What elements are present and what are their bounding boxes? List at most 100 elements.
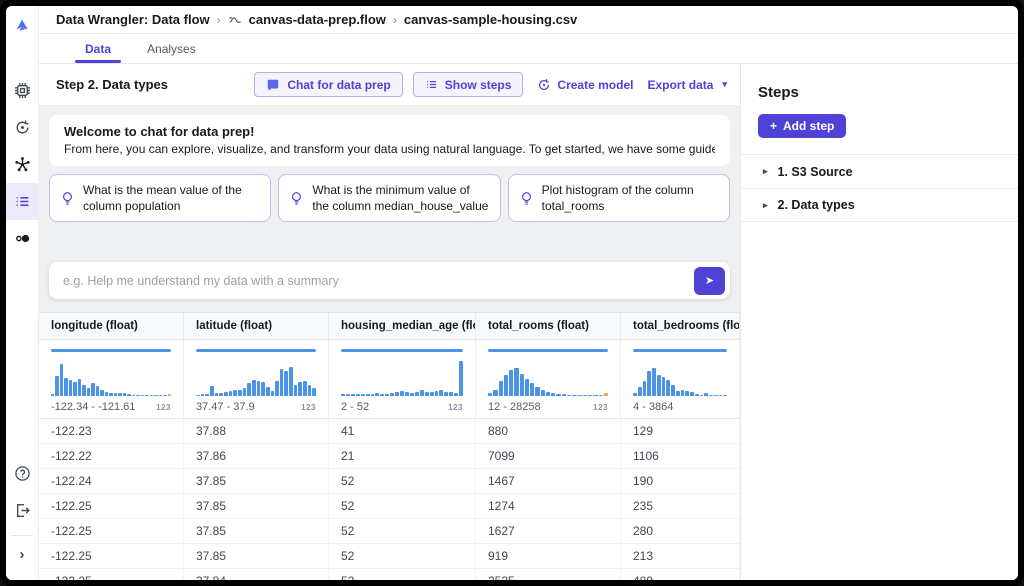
breadcrumb-flow[interactable]: canvas-data-prep.flow (249, 12, 386, 27)
histogram-bar (100, 390, 103, 397)
histogram-bar (196, 395, 200, 397)
histogram-bar (247, 383, 251, 396)
histogram-bar (210, 386, 214, 396)
histogram-bar (405, 392, 409, 396)
histogram-bar (400, 391, 404, 396)
histogram-bar (163, 395, 166, 397)
table-cell: 880 (476, 419, 621, 443)
table-cell: 52 (329, 544, 476, 568)
guided-prompt-plot-histogram[interactable]: Plot histogram of the column total_rooms (508, 174, 730, 222)
lightbulb-icon (290, 191, 303, 206)
histogram-bar (415, 392, 419, 396)
send-button[interactable]: ➤ (694, 267, 725, 295)
show-steps-label: Show steps (445, 78, 512, 92)
automation-chip-icon[interactable] (6, 72, 38, 109)
histogram-bar (530, 383, 534, 396)
histogram-bar (341, 394, 345, 396)
logout-icon[interactable] (6, 492, 38, 529)
table-histogram-row: -122.34 - -121.6112337.47 - 37.91232 - 5… (39, 340, 740, 419)
histogram-bar (719, 395, 723, 397)
breadcrumb-root[interactable]: Data Wrangler: Data flow (56, 12, 210, 27)
steps-panel: Steps + Add step ▸ 1. S3 Source ▸ 2. Dat… (740, 64, 1018, 580)
guided-prompt-mean-population[interactable]: What is the mean value of the column pop… (49, 174, 271, 222)
table-body: -122.2337.8841880129-122.2237.8621709911… (39, 419, 740, 580)
add-step-label: Add step (783, 119, 834, 133)
column-histogram[interactable]: 2 - 52123 (329, 340, 476, 418)
column-header[interactable]: longitude (float) (39, 313, 184, 339)
histogram-bar (695, 394, 699, 397)
histogram-bar (168, 394, 171, 396)
histogram-bar (294, 385, 298, 397)
histogram-bar (55, 376, 58, 396)
column-range: 2 - 52 (341, 401, 369, 413)
histogram-bar (499, 381, 503, 397)
guided-prompts: What is the mean value of the column pop… (49, 174, 730, 222)
column-header[interactable]: total_rooms (float) (476, 313, 621, 339)
histogram-bar (127, 394, 130, 396)
chat-input-container: ➤ (49, 262, 730, 299)
add-step-button[interactable]: + Add step (758, 114, 846, 138)
histogram-bar (714, 395, 718, 397)
histogram-bar (366, 394, 370, 396)
generate-icon[interactable] (6, 220, 38, 257)
steps-panel-title: Steps (741, 84, 1018, 101)
histogram-bar (599, 395, 603, 397)
histogram-bar (493, 390, 497, 397)
show-steps-button[interactable]: Show steps (413, 72, 524, 97)
histogram-bar (690, 392, 694, 396)
table-cell: 1627 (476, 519, 621, 543)
expand-sidebar-icon[interactable]: › (6, 538, 38, 572)
step-item-data-types[interactable]: ▸ 2. Data types (741, 188, 1018, 222)
chat-for-data-prep-button[interactable]: Chat for data prep (254, 72, 402, 97)
table-cell: 52 (329, 519, 476, 543)
help-icon[interactable] (6, 455, 38, 492)
table-cell: 129 (621, 419, 740, 443)
histogram-bar (123, 393, 126, 397)
histogram-bar (96, 386, 99, 396)
column-histogram[interactable]: 4 - 3864 (621, 340, 740, 418)
step-title: Step 2. Data types (56, 77, 168, 92)
lightbulb-icon (520, 191, 533, 206)
histogram-bar (87, 388, 90, 396)
my-models-icon[interactable] (6, 109, 38, 146)
valid-data-bar (341, 349, 463, 352)
histogram-bar (271, 391, 275, 397)
column-header[interactable]: latitude (float) (184, 313, 329, 339)
chat-bubble-icon (266, 78, 280, 92)
step-item-s3-source[interactable]: ▸ 1. S3 Source (741, 154, 1018, 188)
data-wrangler-nav-icon[interactable] (6, 183, 38, 220)
export-data-button[interactable]: Export data ▾ (647, 78, 727, 92)
custom-models-icon[interactable] (6, 146, 38, 183)
tab-data[interactable]: Data (67, 34, 129, 63)
tab-analyses[interactable]: Analyses (129, 34, 214, 63)
histogram-bar (224, 392, 228, 396)
column-histogram[interactable]: -122.34 - -121.61123 (39, 340, 184, 418)
table-row: -122.2337.8841880129 (39, 419, 740, 444)
valid-data-bar (196, 349, 316, 352)
chat-input[interactable] (63, 274, 694, 288)
table-cell: 37.85 (184, 469, 329, 493)
histogram-bar (238, 390, 242, 397)
column-histogram[interactable]: 12 - 28258123 (476, 340, 621, 418)
create-model-button[interactable]: Create model (537, 78, 633, 92)
table-header-row: longitude (float)latitude (float)housing… (39, 313, 740, 340)
histogram-bar (91, 383, 94, 396)
guided-prompt-min-median-house-value[interactable]: What is the minimum value of the column … (278, 174, 500, 222)
histogram-bar (60, 364, 63, 397)
histogram-bar (346, 394, 350, 396)
plus-icon: + (770, 119, 777, 133)
histogram-bar (390, 393, 394, 396)
flow-icon (228, 13, 242, 27)
histogram-bar (201, 394, 205, 396)
numeric-type-icon: 123 (593, 403, 608, 412)
table-cell: 1467 (476, 469, 621, 493)
table-cell: 37.86 (184, 444, 329, 468)
table-cell: -122.25 (39, 569, 184, 580)
table-cell: 41 (329, 419, 476, 443)
histogram-bar (551, 393, 555, 396)
column-header[interactable]: housing_median_age (float) (329, 313, 476, 339)
caret-down-icon: ▾ (722, 79, 727, 90)
column-header[interactable]: total_bedrooms (float) (621, 313, 740, 339)
table-cell: 21 (329, 444, 476, 468)
column-histogram[interactable]: 37.47 - 37.9123 (184, 340, 329, 418)
